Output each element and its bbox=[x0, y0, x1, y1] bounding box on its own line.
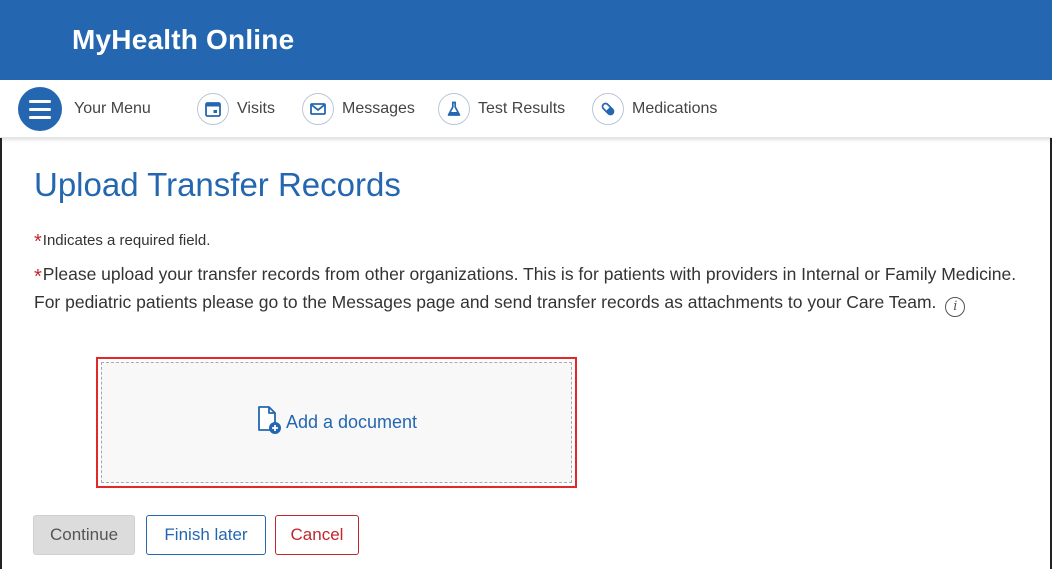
top-header: MyHealth Online bbox=[0, 0, 1052, 80]
finish-later-button[interactable]: Finish later bbox=[146, 515, 266, 555]
nav-your-menu-label: Your Menu bbox=[74, 100, 151, 117]
envelope-icon bbox=[302, 93, 334, 125]
nav-visits[interactable]: Visits bbox=[197, 80, 275, 138]
nav-medications-label: Medications bbox=[632, 100, 718, 117]
required-note-text: Indicates a required field. bbox=[42, 232, 211, 249]
required-asterisk: * bbox=[34, 231, 42, 253]
brand-title[interactable]: MyHealth Online bbox=[72, 24, 294, 56]
nav-messages-label: Messages bbox=[342, 100, 415, 117]
pill-icon bbox=[592, 93, 624, 125]
page-title: Upload Transfer Records bbox=[34, 166, 401, 203]
nav-test-results-label: Test Results bbox=[478, 100, 566, 117]
nav-test-results[interactable]: Test Results bbox=[438, 80, 565, 138]
info-icon[interactable]: i bbox=[945, 296, 966, 317]
hamburger-menu-icon bbox=[18, 87, 62, 131]
required-asterisk: * bbox=[34, 266, 42, 288]
instructions-text: Please upload your transfer records from… bbox=[34, 264, 1017, 312]
continue-button[interactable]: Continue bbox=[33, 515, 135, 555]
required-field-note: *Indicates a required field. bbox=[34, 231, 210, 254]
add-document-icon bbox=[256, 405, 282, 440]
main-nav: Your Menu Visits Messages Test Results M… bbox=[0, 80, 1052, 138]
upload-instructions: *Please upload your transfer records fro… bbox=[34, 262, 1046, 317]
nav-medications[interactable]: Medications bbox=[592, 80, 717, 138]
add-document-dropzone[interactable]: Add a document bbox=[101, 362, 572, 483]
flask-icon bbox=[438, 93, 470, 125]
calendar-icon bbox=[197, 93, 229, 125]
nav-your-menu[interactable]: Your Menu bbox=[18, 80, 151, 138]
nav-visits-label: Visits bbox=[237, 100, 275, 117]
add-document-label: Add a document bbox=[285, 412, 418, 432]
cancel-button[interactable]: Cancel bbox=[275, 515, 359, 555]
nav-messages[interactable]: Messages bbox=[302, 80, 415, 138]
